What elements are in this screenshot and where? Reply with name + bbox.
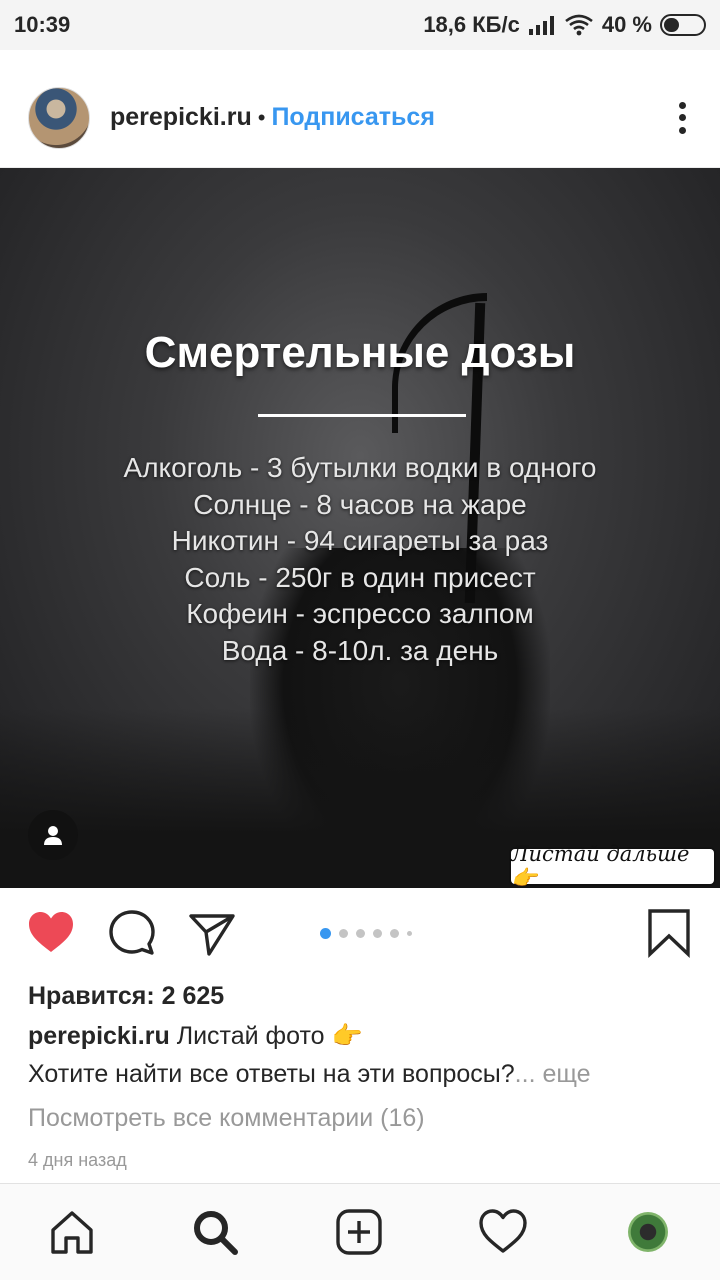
signal-icon — [528, 16, 554, 35]
more-caption-link[interactable]: ... еще — [515, 1060, 591, 1088]
search-icon[interactable] — [189, 1206, 241, 1258]
post-timestamp: 4 дня назад — [28, 1150, 127, 1170]
status-indicators: 18,6 КБ/с 40 % — [423, 12, 706, 38]
user-tag-icon[interactable] — [28, 810, 78, 860]
carousel-dot — [407, 931, 412, 936]
new-post-icon[interactable] — [333, 1206, 385, 1258]
like-heart-icon[interactable] — [26, 908, 76, 958]
carousel-indicator — [320, 928, 412, 939]
caption-text: Листай фото 👉 — [176, 1022, 363, 1050]
image-text-line: Солнце - 8 часов на жаре — [193, 488, 527, 520]
post-image[interactable]: Смертельные дозы Алкоголь - 3 бутылки во… — [0, 168, 720, 888]
home-icon[interactable] — [46, 1206, 98, 1258]
image-divider — [258, 414, 466, 417]
separator-dot: • — [257, 104, 266, 130]
image-text-line: Кофеин - эспрессо залпом — [186, 598, 534, 629]
carousel-dot — [339, 929, 348, 938]
view-comments-link[interactable]: Посмотреть все комментарии (16) — [28, 1104, 425, 1133]
profile-avatar — [628, 1212, 668, 1252]
carousel-dot — [373, 929, 382, 938]
network-speed: 18,6 КБ/с — [423, 12, 520, 37]
image-text-line: Никотин - 94 сигареты за раз — [171, 525, 549, 556]
carousel-dot — [356, 929, 365, 938]
caption-question: Хотите найти все ответы на эти вопросы? — [28, 1060, 515, 1088]
post-username[interactable]: perepicki.ru — [110, 103, 252, 132]
battery-percent: 40 % — [601, 12, 652, 37]
image-text-list: Алкоголь - 3 бутылки водки в одного Солн… — [0, 450, 720, 669]
battery-icon — [660, 14, 706, 36]
image-text-line: Алкоголь - 3 бутылки водки в одного — [123, 452, 597, 483]
more-options-icon[interactable] — [672, 98, 692, 138]
status-time: 10:39 — [14, 12, 71, 37]
caption-line-1: perepicki.ru Листай фото 👉 — [28, 1022, 363, 1051]
caption-line-2: Хотите найти все ответы на эти вопросы?.… — [28, 1060, 591, 1089]
profile-icon[interactable] — [622, 1206, 674, 1258]
activity-icon[interactable] — [477, 1206, 529, 1258]
image-text-line: Соль - 250г в один присест — [184, 561, 536, 593]
carousel-dot — [320, 928, 331, 939]
bookmark-icon[interactable] — [644, 908, 694, 958]
image-text-line: Вода - 8-10л. за день — [221, 634, 499, 666]
swipe-badge: Листай дальше👉 — [509, 842, 716, 888]
bottom-nav — [0, 1183, 720, 1280]
wifi-icon — [565, 14, 593, 36]
comment-icon[interactable] — [107, 908, 157, 958]
follow-button[interactable]: Подписаться — [271, 103, 434, 132]
battery-fill — [664, 18, 679, 32]
carousel-dot — [390, 929, 399, 938]
image-title: Смертельные дозы — [144, 328, 576, 377]
likes-count[interactable]: Нравится: 2 625 — [28, 982, 224, 1011]
avatar[interactable] — [28, 86, 90, 149]
caption-username[interactable]: perepicki.ru — [28, 1022, 170, 1050]
status-bar: 10:39 18,6 КБ/с 40 % — [0, 0, 720, 50]
share-icon[interactable] — [187, 908, 237, 958]
post-actions — [0, 898, 720, 970]
post-header: perepicki.ru • Подписаться — [0, 68, 720, 168]
